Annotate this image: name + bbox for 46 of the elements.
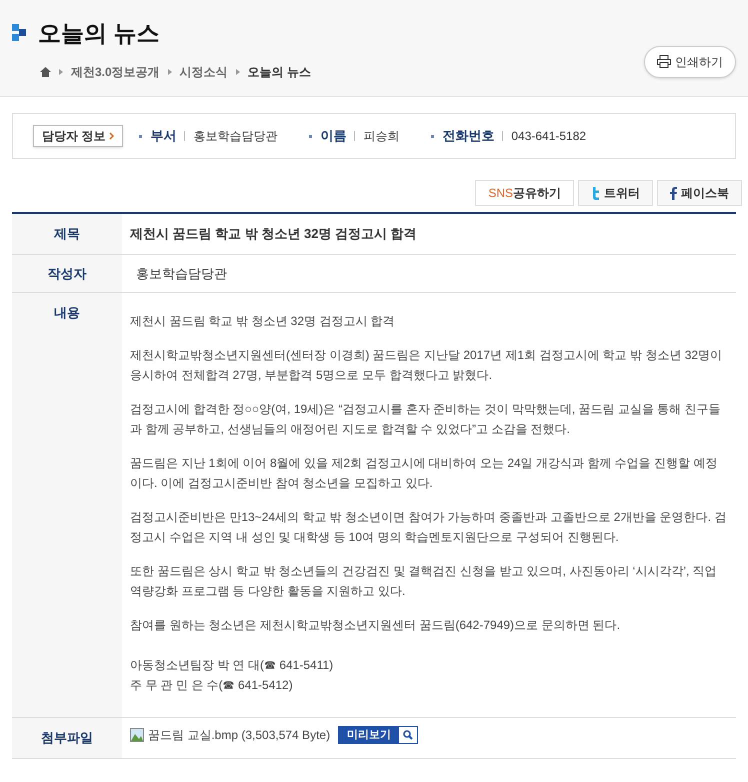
- paragraph: 제천시학교밖청소년지원센터(센터장 이경희) 꿈드림은 지난달 2017년 제1회 검정고시에 학교 밖 청소년 32명이 응시하여 전체합격 27명, 부분합격 5명으로 모두 합격했다고 밝혔다.: [130, 347, 724, 384]
- field-value: 043-641-5182: [511, 128, 586, 145]
- bullet-icon: [139, 134, 142, 138]
- bullet-icon: [431, 134, 434, 138]
- home-icon[interactable]: [40, 66, 51, 76]
- breadcrumb-link[interactable]: 제천3.0정보공개: [71, 62, 160, 80]
- paragraph: 검정고시에 합격한 정○○양(여, 19세)은 “검정고시를 혼자 준비하는 것이 막막했는데, 꿈드림 교실을 통해 친구들과 함께 공부하고, 선생님들의 애정어린 지도로 합격할 수 있었다”고 소감을 전했다.: [130, 401, 722, 438]
- label-cell: 내용: [12, 293, 122, 717]
- facebook-icon: [670, 186, 677, 200]
- chevron-icon: [109, 132, 114, 140]
- contact-info-button[interactable]: 담당자 정보: [33, 125, 124, 147]
- caret-icon: [59, 68, 63, 74]
- paragraph: 검정고시준비반은 만13~24세의 학교 밖 청소년이면 참여가 가능하며 중졸반과 고졸반으로 2개반을 운영한다. 검정고시 수업은 지역 내 성인 및 대학생 등 10여 명의 학습멘토지원단으로 구성되어 진행된다.: [130, 509, 728, 546]
- field-label: 이름: [320, 127, 346, 146]
- caret-icon: [168, 68, 172, 74]
- contact-line: 주 무 관 민 은 수(☎ 641-5412): [130, 677, 294, 694]
- article-title: 제천시 꿈드림 학교 밖 청소년 32명 검정고시 합격: [129, 225, 418, 243]
- paragraph: 꿈드림은 지난 1회에 이어 8월에 있을 제2회 검정고시에 대비하여 오는 24일 개강식과 함께 수업을 진행할 예정이다. 이에 검정고시준비반 참여 청소년을 모집하고 있다.: [130, 455, 718, 492]
- field-value: 피승희: [363, 128, 400, 145]
- share-button[interactable]: 트위터: [578, 180, 653, 206]
- twitter-icon: [591, 186, 600, 200]
- label-cell: 제목: [12, 214, 122, 254]
- author-text: 홍보학습담당관: [135, 264, 228, 282]
- label-cell: 첨부파일: [12, 718, 122, 758]
- caret-icon: [236, 68, 240, 74]
- share-button[interactable]: 페이스북: [657, 180, 742, 206]
- attachment-link[interactable]: 꿈드림 교실.bmp (3,503,574 Byte): [148, 726, 330, 744]
- paragraph: 또한 꿈드림은 상시 학교 밖 청소년들의 건강검진 및 결핵검진 신청을 받고 있으며, 사진동아리 ‘시시각각’, 직업역량강화 프로그램 등 다양한 활동을 지원하고 있다.: [130, 563, 718, 600]
- image-file-icon: [130, 728, 144, 742]
- paragraph: 참여를 원하는 청소년은 제천시학교밖청소년지원센터 꿈드림(642-7949)으로 문의하면 된다.: [130, 617, 622, 634]
- contact-line: 아동청소년팀장 박 연 대(☎ 641-5411): [130, 657, 334, 674]
- field-value: 홍보학습담당관: [193, 128, 278, 145]
- print-button[interactable]: 인쇄하기: [644, 46, 736, 78]
- page-title: 오늘의 뉴스: [38, 19, 160, 48]
- breadcrumb-link[interactable]: 시정소식: [180, 62, 228, 80]
- search-icon: [399, 727, 418, 743]
- title-bullet-icon: [12, 24, 26, 42]
- breadcrumb-link[interactable]: 오늘의 뉴스: [248, 62, 312, 80]
- bullet-icon: [309, 134, 312, 138]
- preview-button[interactable]: 미리보기: [338, 726, 418, 744]
- printer-icon: [657, 55, 671, 68]
- field-label: 전화번호: [442, 127, 494, 146]
- sns-share-label: SNS공유하기: [475, 180, 574, 206]
- label-cell: 작성자: [12, 254, 122, 292]
- field-label: 부서: [150, 127, 176, 146]
- paragraph: 제천시 꿈드림 학교 밖 청소년 32명 검정고시 합격: [130, 313, 396, 330]
